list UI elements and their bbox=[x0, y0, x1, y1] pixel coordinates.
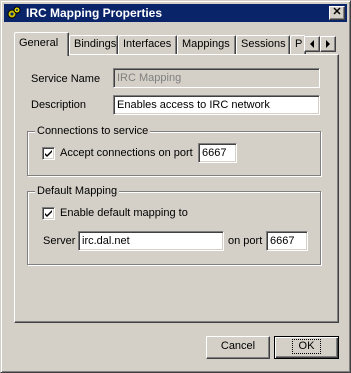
general-tab-panel: Service Name IRC Mapping Description Ena… bbox=[14, 54, 339, 323]
gears-icon bbox=[6, 5, 22, 21]
close-button[interactable]: ✕ bbox=[329, 6, 345, 20]
properties-dialog: IRC Mapping Properties ✕ General Binding… bbox=[0, 0, 351, 373]
server-label: Server bbox=[43, 235, 76, 247]
checkmark-icon bbox=[45, 210, 52, 217]
accept-connections-checkbox[interactable] bbox=[42, 147, 55, 160]
tab-scroll-right-button[interactable] bbox=[320, 36, 336, 52]
on-port-label: on port bbox=[228, 235, 263, 247]
title-bar[interactable]: IRC Mapping Properties ✕ bbox=[4, 4, 347, 22]
server-field[interactable]: irc.dal.net bbox=[78, 231, 224, 251]
accept-port-field[interactable]: 6667 bbox=[198, 143, 237, 163]
tab-label: Mappings bbox=[182, 38, 230, 50]
arrow-right-icon bbox=[326, 40, 330, 48]
tab-interfaces[interactable]: Interfaces bbox=[118, 35, 177, 54]
tab-label: Interfaces bbox=[123, 38, 172, 50]
cancel-label: Cancel bbox=[220, 340, 256, 352]
tab-mappings[interactable]: Mappings bbox=[177, 35, 236, 54]
service-name-label: Service Name bbox=[31, 73, 101, 85]
tab-scroll-left-button[interactable] bbox=[304, 36, 320, 52]
close-icon: ✕ bbox=[332, 6, 342, 18]
checkmark-icon bbox=[45, 150, 52, 157]
tab-general[interactable]: General bbox=[14, 32, 69, 56]
tab-label: Sessions bbox=[241, 38, 286, 50]
mapping-port-field[interactable]: 6667 bbox=[266, 231, 308, 251]
tab-label: P bbox=[295, 38, 303, 50]
arrow-left-icon bbox=[310, 40, 314, 48]
connections-group-title: Connections to service bbox=[35, 125, 151, 138]
tab-sessions[interactable]: Sessions bbox=[236, 35, 290, 54]
cancel-button[interactable]: Cancel bbox=[206, 336, 270, 359]
description-label: Description bbox=[31, 99, 87, 111]
window-title: IRC Mapping Properties bbox=[26, 6, 163, 20]
ok-button[interactable]: OK bbox=[274, 336, 339, 359]
default-mapping-group bbox=[27, 191, 321, 265]
default-mapping-group-title: Default Mapping bbox=[35, 185, 120, 198]
tab-label: Bindings bbox=[74, 38, 117, 50]
service-name-field: IRC Mapping bbox=[113, 68, 320, 88]
accept-connections-label: Accept connections on port bbox=[60, 147, 193, 159]
ok-label: OK bbox=[291, 339, 322, 354]
enable-default-mapping-label: Enable default mapping to bbox=[60, 207, 188, 219]
description-field[interactable]: Enables access to IRC network bbox=[113, 95, 320, 115]
tab-label: General bbox=[19, 37, 59, 49]
enable-default-mapping-checkbox[interactable] bbox=[42, 207, 55, 220]
tab-bindings[interactable]: Bindings bbox=[69, 35, 118, 54]
